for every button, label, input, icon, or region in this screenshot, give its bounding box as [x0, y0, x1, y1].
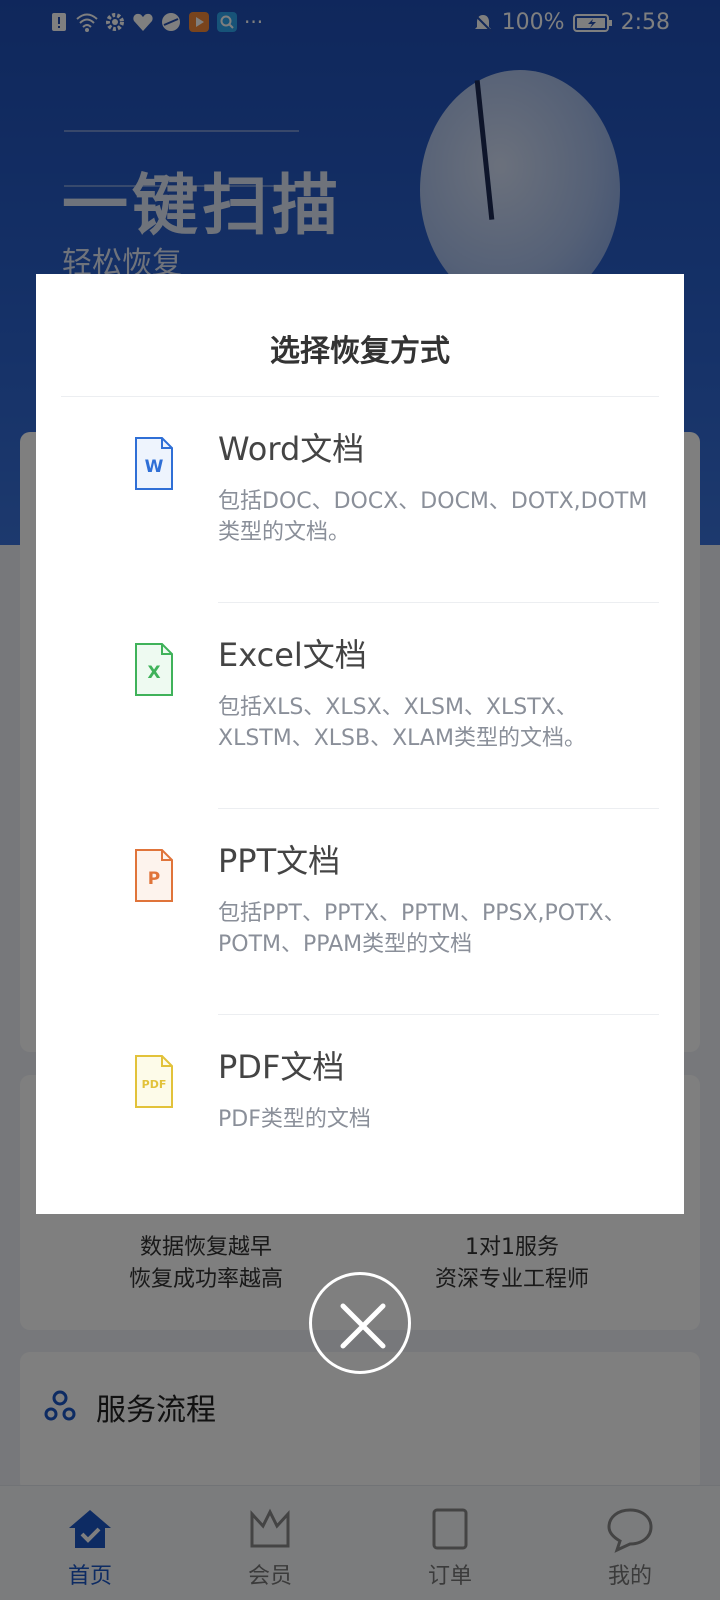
option-excel-desc: 包括XLS、XLSX、XLSM、XLSTX、XLSTM、XLSB、XLAM类型的…: [218, 695, 586, 751]
option-excel-title: Excel文档: [218, 636, 367, 674]
option-separator: [218, 1014, 659, 1015]
dialog-title: 选择恢复方式: [270, 334, 450, 369]
svg-text:P: P: [148, 869, 160, 889]
option-word-desc: 包括DOC、DOCX、DOCM、DOTX,DOTM类型的文档。: [218, 489, 648, 545]
svg-text:W: W: [145, 457, 164, 477]
option-pdf-desc: PDF类型的文档: [218, 1107, 371, 1132]
option-separator: [218, 602, 659, 603]
word-file-icon: W: [135, 437, 173, 490]
excel-file-icon: X: [135, 643, 173, 696]
option-ppt[interactable]: P PPT文档 包括PPT、PPTX、PPTM、PPSX,POTX、POTM、P…: [36, 810, 684, 1015]
option-pdf[interactable]: PDF PDF文档 PDF类型的文档: [36, 1016, 684, 1221]
close-dialog-button[interactable]: [309, 1272, 411, 1374]
ppt-file-icon: P: [135, 849, 173, 902]
option-word[interactable]: W Word文档 包括DOC、DOCX、DOCM、DOTX,DOTM类型的文档。: [36, 398, 684, 603]
option-excel[interactable]: X Excel文档 包括XLS、XLSX、XLSM、XLSTX、XLSTM、XL…: [36, 604, 684, 809]
dialog-divider: [61, 396, 659, 397]
option-ppt-desc: 包括PPT、PPTX、PPTM、PPSX,POTX、POTM、PPAM类型的文档: [218, 901, 626, 957]
close-icon: [340, 1303, 386, 1349]
pdf-file-icon: PDF: [135, 1055, 173, 1108]
option-pdf-title: PDF文档: [218, 1048, 345, 1086]
svg-text:PDF: PDF: [142, 1078, 167, 1091]
option-word-title: Word文档: [218, 430, 365, 468]
option-ppt-title: PPT文档: [218, 842, 341, 880]
recovery-type-dialog: 选择恢复方式 W Word文档 包括DOC、DOCX、DOCM、DOTX,DOT…: [36, 274, 684, 1214]
option-separator: [218, 808, 659, 809]
svg-text:X: X: [147, 663, 160, 683]
